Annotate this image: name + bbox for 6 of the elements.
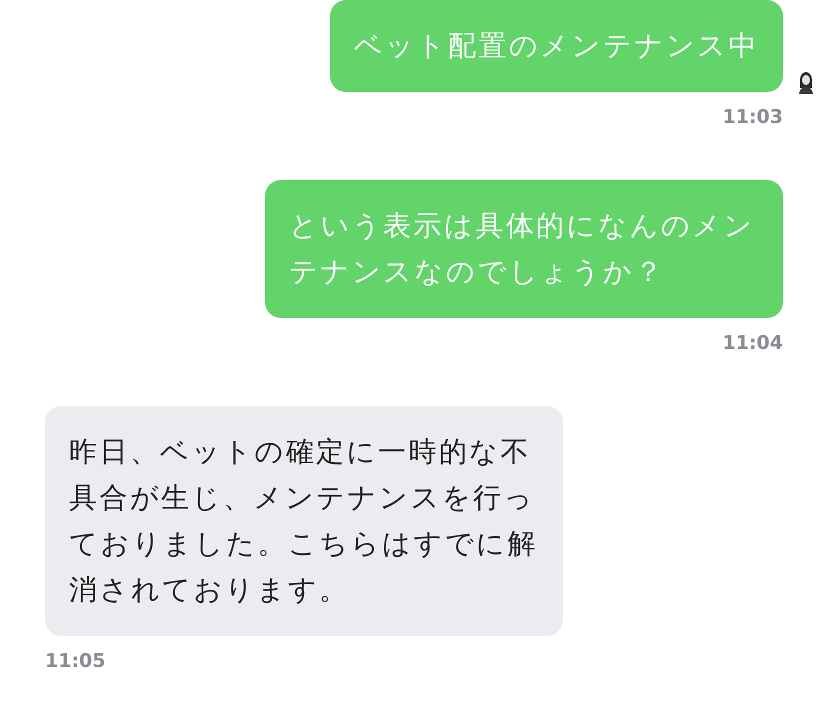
message-time: 11:04 <box>722 332 783 354</box>
message-bubble: という表示は具体的になんのメンテナンスなのでしょうか？ <box>265 180 783 318</box>
message-bubble: 昨日、ベットの確定に一時的な不具合が生じ、メンテナンスを行っておりました。こちらはすでに解消されております。 <box>45 406 563 636</box>
message-time: 11:05 <box>45 650 106 672</box>
message-time: 11:03 <box>722 106 783 128</box>
message-bubble: ベット配置のメンテナンス中 <box>330 0 783 92</box>
